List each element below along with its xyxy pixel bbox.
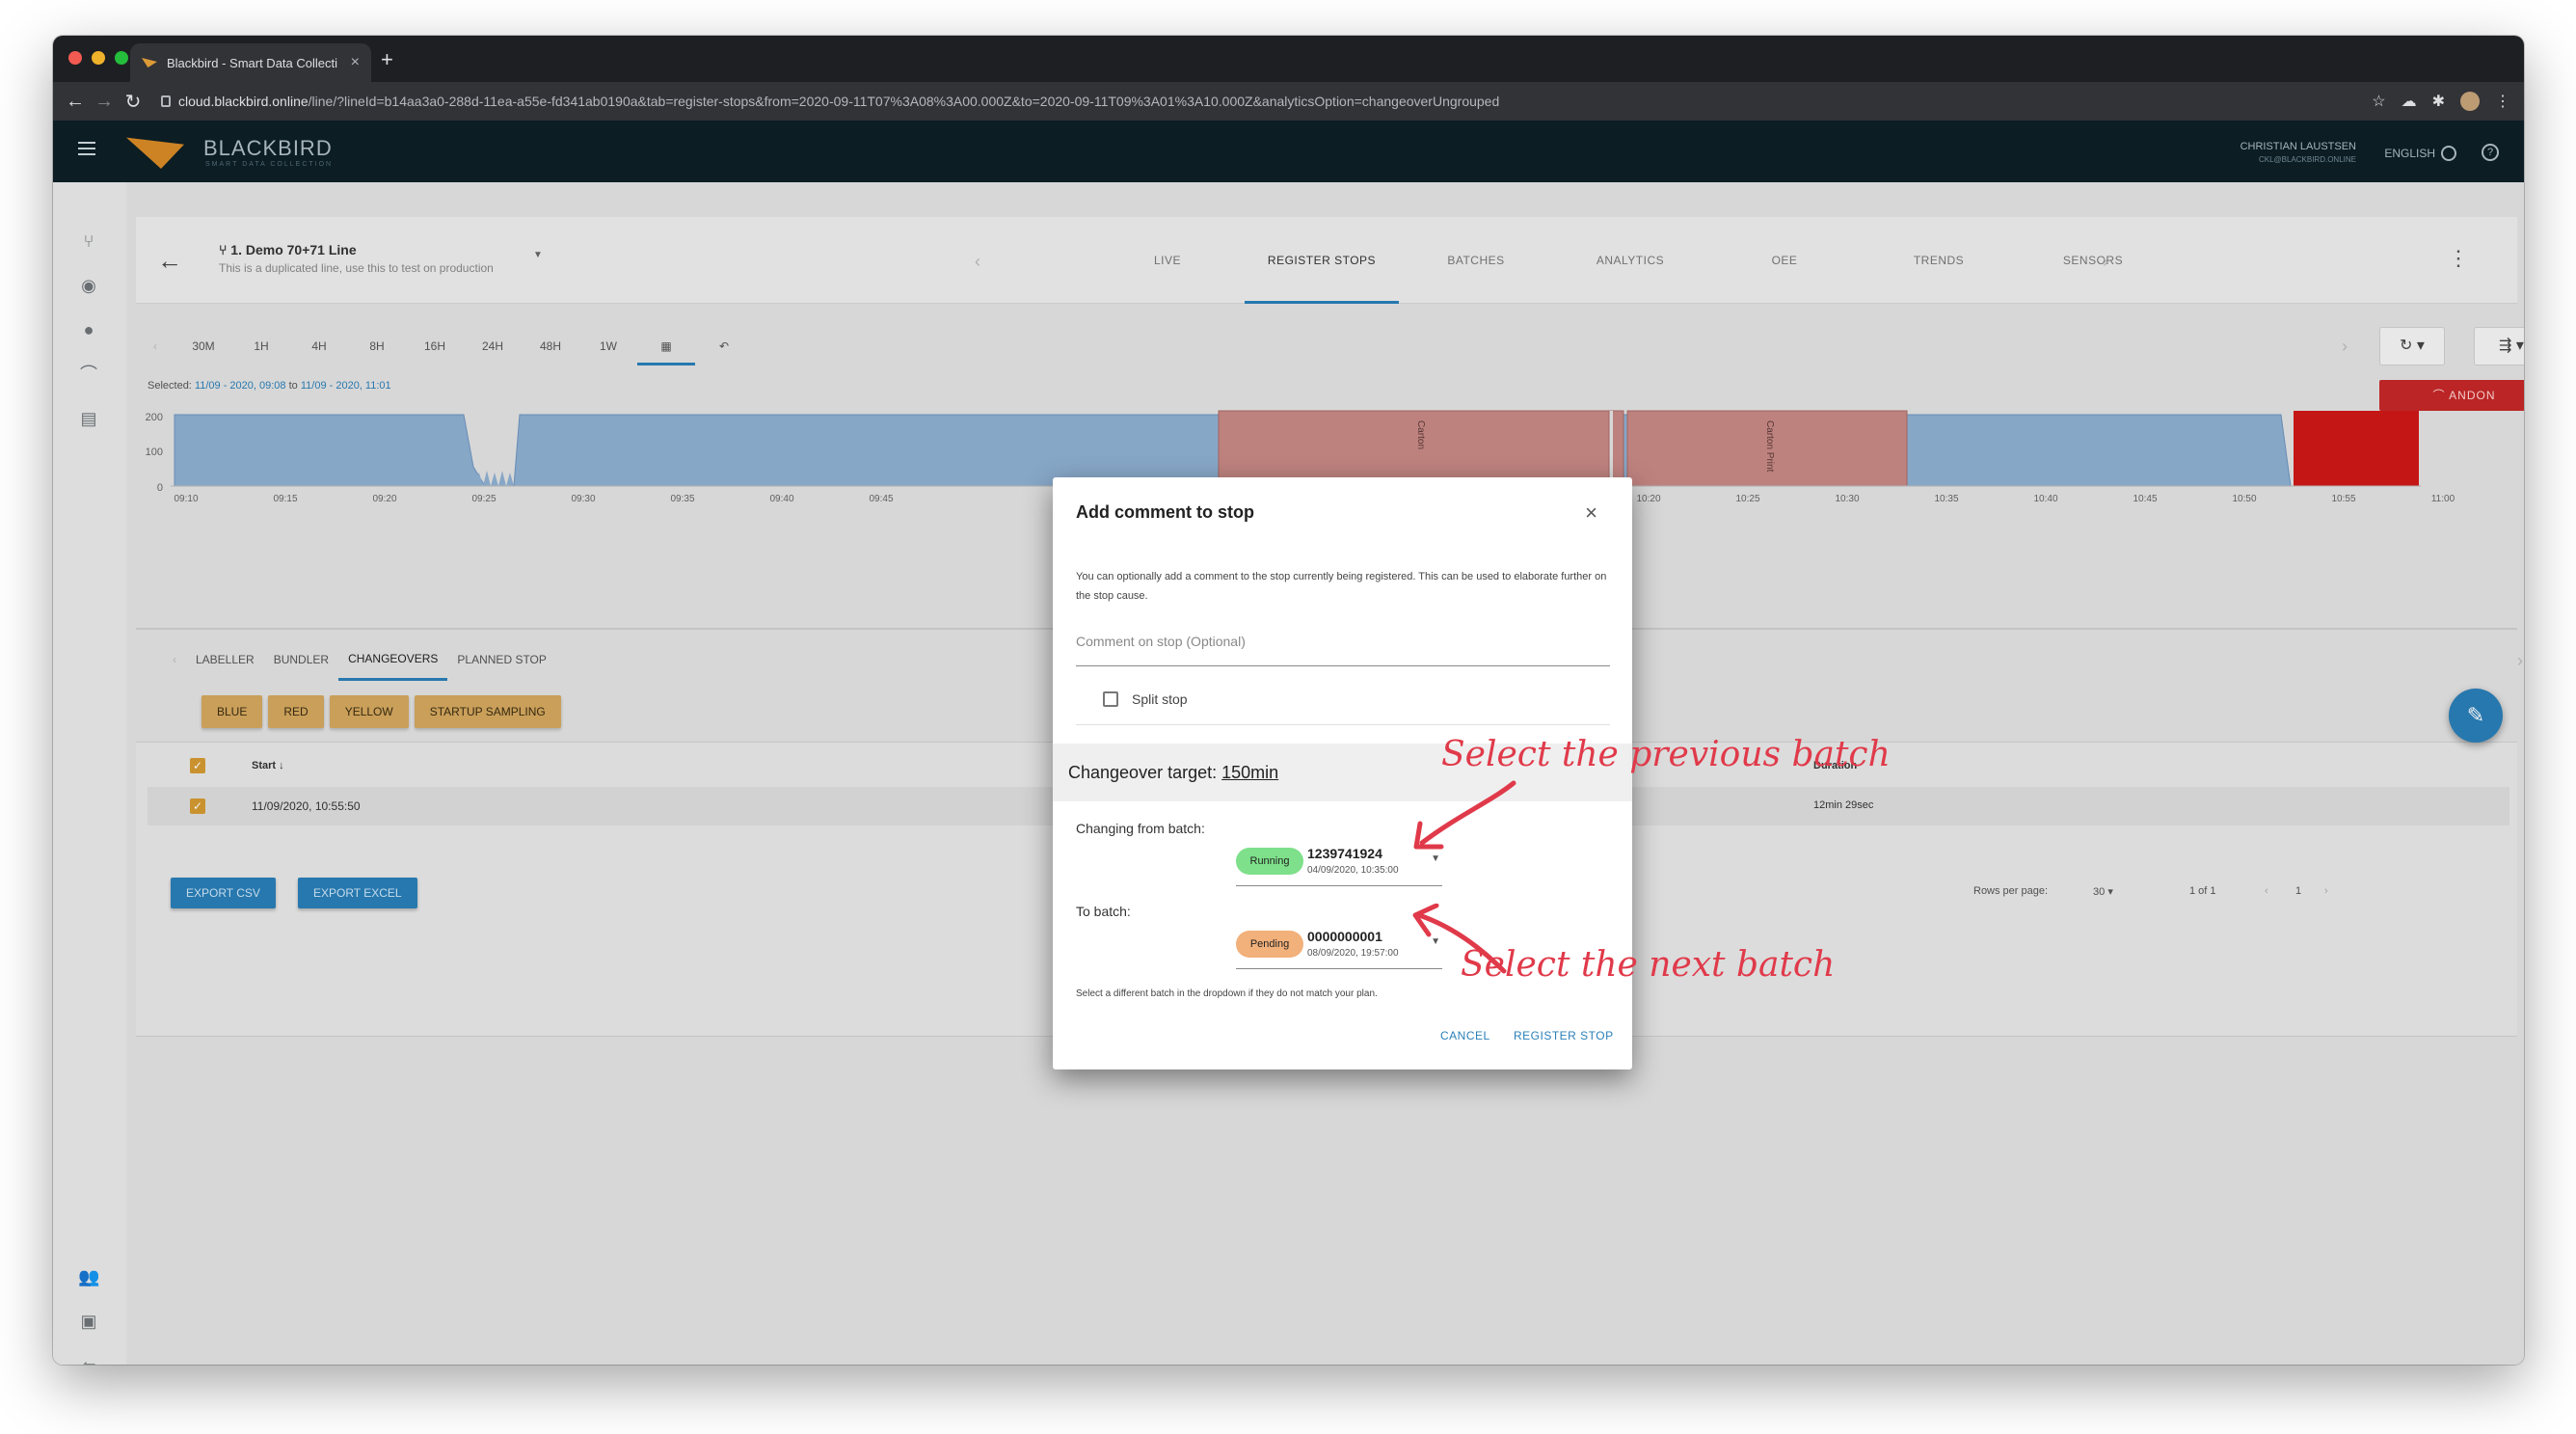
changeover-target-label: Changeover target: [1068, 763, 1218, 782]
dialog-description: You can optionally add a comment to the … [1076, 571, 1607, 602]
split-stop-checkbox[interactable]: Split stop [1103, 691, 1188, 707]
comment-input[interactable]: Comment on stop (Optional) [1076, 634, 1610, 666]
from-batch-number: 1239741924 [1307, 846, 1382, 861]
to-batch-number: 0000000001 [1307, 929, 1382, 944]
dialog-title: Add comment to stop [1076, 502, 1254, 522]
divider [1076, 724, 1610, 725]
split-stop-label: Split stop [1132, 691, 1188, 707]
to-batch-label: To batch: [1076, 904, 1131, 919]
annotation-arrow-icon [1413, 780, 1516, 850]
annotation-arrow-icon [1412, 904, 1507, 974]
changeover-target: Changeover target: 150min [1068, 763, 1278, 783]
running-status-badge: Running [1236, 848, 1303, 875]
to-batch-date: 08/09/2020, 19:57:00 [1307, 948, 1399, 959]
from-batch-date: 04/09/2020, 10:35:00 [1307, 865, 1399, 876]
annotation-previous-batch: Select the previous batch [1441, 735, 1891, 774]
register-stop-button[interactable]: REGISTER STOP [1514, 1029, 1614, 1042]
dialog-note: Select a different batch in the dropdown… [1076, 988, 1378, 999]
from-batch-label: Changing from batch: [1076, 821, 1205, 836]
checkbox-icon [1103, 691, 1118, 707]
close-icon[interactable]: × [1585, 501, 1597, 526]
cancel-button[interactable]: CANCEL [1440, 1029, 1490, 1042]
changeover-target-value[interactable]: 150min [1221, 763, 1278, 782]
pending-status-badge: Pending [1236, 931, 1303, 958]
browser-window: Blackbird - Smart Data Collecti × + ← → … [53, 36, 2524, 1365]
